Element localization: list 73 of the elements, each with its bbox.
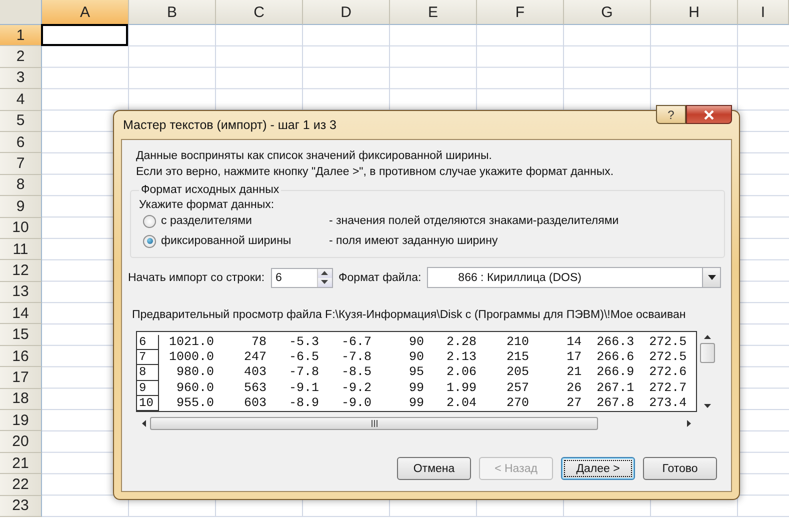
- file-format-label: Формат файла:: [338, 272, 422, 284]
- window-title: Мастер текстов (импорт) - шаг 1 из 3: [122, 118, 338, 132]
- row-header[interactable]: 2: [0, 46, 42, 68]
- row-header[interactable]: 16: [0, 346, 42, 368]
- preview-line: 1021.0 78 -5.3 -6.7 90 2.28 210 14 266.3 272.5: [168, 335, 687, 350]
- column-header[interactable]: F: [477, 0, 564, 25]
- radio-label[interactable]: фиксированной ширины: [161, 235, 292, 247]
- start-row-spinner[interactable]: 6: [270, 268, 333, 288]
- row-number: 9: [137, 380, 159, 396]
- close-icon: [703, 110, 715, 120]
- row-number: 10: [137, 396, 159, 411]
- column-header[interactable]: C: [216, 0, 303, 25]
- radio-button[interactable]: [143, 214, 156, 228]
- close-button[interactable]: [686, 105, 732, 124]
- column-header[interactable]: E: [390, 0, 477, 25]
- option-description: - значения полей отделяются знаками-разделителями: [329, 215, 619, 227]
- option-description: - поля имеют заданную ширину: [329, 235, 498, 247]
- column-header[interactable]: G: [564, 0, 651, 25]
- format-prompt: Укажите формат данных:: [139, 199, 276, 211]
- start-row-label: Начать импорт со строки:: [128, 272, 265, 284]
- preview-line: 980.0 403 -7.8 -8.5 95 2.06 205 21 266.9 272.6: [176, 365, 687, 381]
- preview-line: 960.0 563 -9.1 -9.2 99 1.99 257 26 267.1 272.7: [176, 380, 687, 396]
- dialog-button[interactable]: Готово: [643, 457, 717, 480]
- scrollbar-thumb[interactable]: [150, 417, 598, 430]
- row-header[interactable]: 4: [0, 89, 42, 111]
- preview-label: Предварительный просмотр файла F:\Кузя-Информация\Disk c (Программы для ПЭВМ)\!Мое осваиван: [132, 309, 687, 321]
- scrollbar-thumb[interactable]: [700, 343, 715, 363]
- column-header[interactable]: D: [303, 0, 390, 25]
- row-header[interactable]: 6: [0, 132, 42, 154]
- row-header[interactable]: 9: [0, 196, 42, 218]
- row-header[interactable]: 18: [0, 388, 42, 410]
- row-header[interactable]: 22: [0, 474, 42, 496]
- instruction-text: Данные восприняты как список значений фиксированной ширины.: [136, 149, 493, 164]
- row-header[interactable]: 3: [0, 68, 42, 90]
- row-header[interactable]: 14: [0, 303, 42, 324]
- help-button[interactable]: ?: [656, 105, 686, 124]
- row-header[interactable]: 20: [0, 431, 42, 453]
- radio-button[interactable]: [143, 234, 156, 248]
- column-header[interactable]: I: [738, 0, 789, 25]
- row-header[interactable]: 17: [0, 367, 42, 389]
- row-header[interactable]: 12: [0, 260, 42, 282]
- row-number: 8: [137, 365, 159, 381]
- file-format-dropdown[interactable]: 866 : Кириллица (DOS): [427, 267, 721, 288]
- row-header[interactable]: 23: [0, 496, 42, 517]
- scroll-down-icon[interactable]: [704, 404, 711, 408]
- row-header[interactable]: 5: [0, 110, 42, 132]
- preview-line: 955.0 603 -8.9 -9.0 99 2.04 270 27 267.8 273.4: [176, 396, 687, 411]
- row-header[interactable]: 7: [0, 153, 42, 175]
- scroll-up-icon[interactable]: [704, 335, 711, 339]
- row-number: 7: [137, 350, 159, 366]
- spin-down-icon[interactable]: [321, 280, 328, 284]
- row-header[interactable]: 15: [0, 324, 42, 346]
- row-number: 6: [137, 335, 159, 350]
- preview-line: 1000.0 247 -6.5 -7.8 90 2.13 215 17 266.6 272.5: [168, 350, 687, 366]
- dropdown-arrow-icon[interactable]: [708, 275, 716, 280]
- dialog-button[interactable]: Далее >: [561, 457, 635, 480]
- row-header[interactable]: 11: [0, 238, 42, 260]
- spin-up-icon[interactable]: [321, 271, 328, 275]
- group-title: Формат исходных данных: [139, 184, 282, 196]
- column-header[interactable]: B: [129, 0, 216, 25]
- radio-label[interactable]: с разделителями: [161, 215, 252, 227]
- row-header[interactable]: 1: [0, 25, 42, 46]
- scroll-left-icon[interactable]: [142, 420, 146, 427]
- column-header[interactable]: H: [651, 0, 738, 25]
- column-header[interactable]: A: [42, 0, 129, 25]
- instruction-text: Если это верно, нажмите кнопку "Далее >", в противном случае укажите формат данных.: [136, 165, 615, 180]
- scroll-right-icon[interactable]: [687, 420, 691, 427]
- row-header[interactable]: 8: [0, 174, 42, 196]
- row-header[interactable]: 13: [0, 282, 42, 304]
- dialog-button[interactable]: Отмена: [397, 457, 471, 480]
- row-header[interactable]: 10: [0, 218, 42, 239]
- row-header[interactable]: 19: [0, 410, 42, 432]
- row-header[interactable]: 21: [0, 452, 42, 474]
